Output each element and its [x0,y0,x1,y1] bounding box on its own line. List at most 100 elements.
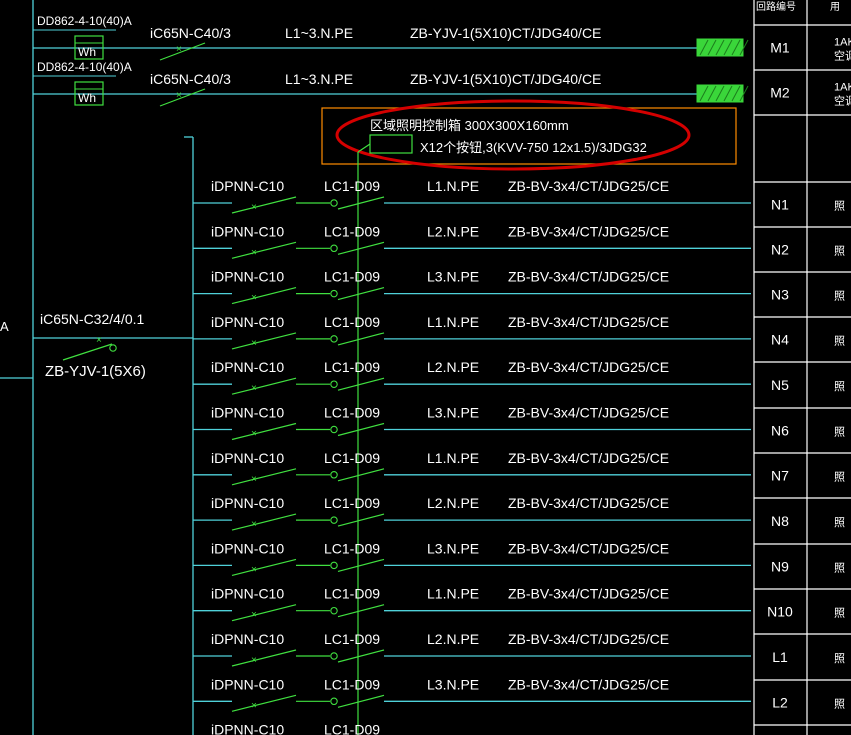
branch-phase-label: L2.N.PE [427,359,479,375]
table-row-use: 照 [834,607,845,620]
breaker-cross-mark: × [251,202,257,213]
feeder-phase-label: L1~3.N.PE [285,71,353,87]
branch-phase-label: L2.N.PE [427,223,479,239]
branch-contactor-label: LC1-D09 [324,314,380,330]
table-row-use: 照 [834,245,845,258]
meter-symbol-label: Wh [78,45,96,59]
table-row-id: N3 [771,287,789,303]
branch-breaker-label: iDPNN-C10 [211,586,284,602]
branch-breaker-label: iDPNN-C10 [211,359,284,375]
branch-cable-label: ZB-BV-3x4/CT/JDG25/CE [508,405,669,421]
table-row-use: 照 [834,380,845,393]
table-row-id: N10 [767,604,793,620]
branch-cable-label: ZB-BV-3x4/CT/JDG25/CE [508,495,669,511]
table-row-use: 照 [834,698,845,711]
table-row-id: N6 [771,423,789,439]
feeder-phase-label: L1~3.N.PE [285,25,353,41]
branch-cable-label: ZB-BV-3x4/CT/JDG25/CE [508,314,669,330]
branch-breaker-label: iDPNN-C10 [211,495,284,511]
table-row-use: 空调 [834,94,851,108]
table-row-use: 1AK [834,37,851,49]
feeder-cable-label: ZB-YJV-1(5X10)CT/JDG40/CE [410,25,601,41]
table-row-use: 照 [834,200,845,213]
table-row-id: N4 [771,332,789,348]
feeder-cable-label: ZB-YJV-1(5X10)CT/JDG40/CE [410,71,601,87]
meter-model-label: DD862-4-10(40)A [37,14,132,28]
branch-breaker-label: iDPNN-C10 [211,405,284,421]
branch-phase-label: L2.N.PE [427,631,479,647]
table-row-use: 照 [834,562,845,575]
branch-contactor-label: LC1-D09 [324,450,380,466]
feeder-cross-mark: × [176,44,182,55]
table-row-id: L2 [772,695,788,711]
branch-cable-label: ZB-BV-3x4/CT/JDG25/CE [508,359,669,375]
branch-breaker-label: iDPNN-C10 [211,540,284,556]
branch-phase-label: L3.N.PE [427,269,479,285]
breaker-cross-mark: × [251,429,257,440]
table-row-id: N1 [771,197,789,213]
branch-phase-label: L1.N.PE [427,314,479,330]
table-row-use: 照 [834,652,845,665]
table-row-id: N2 [771,242,789,258]
table-row-use: 照 [834,516,845,529]
branch-contactor-label: LC1-D09 [324,178,380,194]
feeder-cross-mark: × [176,90,182,101]
table-row-use: 空调 [834,49,851,63]
breaker-cross-mark: × [251,247,257,258]
breaker-cross-mark: × [251,700,257,711]
table-row-id: N7 [771,468,789,484]
branch-contactor-label: LC1-D09 [324,586,380,602]
branch-contactor-label: LC1-D09 [324,676,380,692]
meter-model-label: DD862-4-10(40)A [37,60,132,74]
electrical-schematic: A DD862-4-10(40)AWh ×iC65N-C40/3 L1~3.N.PE… [0,0,851,735]
branch-phase-label: L2.N.PE [427,495,479,511]
branch-breaker-label: iDPNN-C10 [211,722,284,735]
breaker-cross-mark: × [251,655,257,666]
branch-contactor-label: LC1-D09 [324,722,380,735]
branch-cable-label: ZB-BV-3x4/CT/JDG25/CE [508,178,669,194]
branch-cable-label: ZB-BV-3x4/CT/JDG25/CE [508,223,669,239]
table-row-id: L1 [772,649,788,665]
branch-phase-label: L3.N.PE [427,405,479,421]
branch-breaker-label: iDPNN-C10 [211,269,284,285]
feeder-breaker-label: iC65N-C40/3 [150,71,231,87]
breaker-cross-mark: × [251,610,257,621]
branch-contactor-label: LC1-D09 [324,359,380,375]
branch-phase-label: L3.N.PE [427,676,479,692]
branch-cable-label: ZB-BV-3x4/CT/JDG25/CE [508,540,669,556]
control-box-title: 区域照明控制箱 300X300X160mm [370,118,569,133]
branch-cable-label: ZB-BV-3x4/CT/JDG25/CE [508,631,669,647]
table-row-id: N8 [771,513,789,529]
sub-feed-breaker-label: iC65N-C32/4/0.1 [40,311,144,327]
branch-breaker-label: iDPNN-C10 [211,450,284,466]
branch-breaker-label: iDPNN-C10 [211,314,284,330]
breaker-cross-mark: × [251,564,257,575]
feeder-breaker-label: iC65N-C40/3 [150,25,231,41]
branch-breaker-label: iDPNN-C10 [211,178,284,194]
branch-contactor-label: LC1-D09 [324,405,380,421]
breaker-cross-mark: × [251,338,257,349]
branch-phase-label: L3.N.PE [427,540,479,556]
table-row-use: 1AK [834,82,851,94]
table-row-use: 照 [834,471,845,484]
branch-contactor-label: LC1-D09 [324,269,380,285]
branch-cable-label: ZB-BV-3x4/CT/JDG25/CE [508,269,669,285]
branch-contactor-label: LC1-D09 [324,495,380,511]
table-row-id: N5 [771,377,789,393]
table-header-use: 用 [830,2,840,13]
table-row-id: N9 [771,559,789,575]
table-row-id: M1 [770,40,790,56]
branch-contactor-label: LC1-D09 [324,631,380,647]
sub-feed-cable-label: ZB-YJV-1(5X6) [45,363,146,380]
breaker-cross-mark: × [251,293,257,304]
table-header-id: 回路编号 [756,0,796,13]
branch-phase-label: L1.N.PE [427,450,479,466]
branch-phase-label: L1.N.PE [427,178,479,194]
meter-symbol-label: Wh [78,91,96,105]
table-row-use: 照 [834,335,845,348]
table-row-id: M2 [770,85,790,101]
branch-breaker-label: iDPNN-C10 [211,676,284,692]
branch-cable-label: ZB-BV-3x4/CT/JDG25/CE [508,586,669,602]
branch-breaker-label: iDPNN-C10 [211,223,284,239]
branch-cable-label: ZB-BV-3x4/CT/JDG25/CE [508,676,669,692]
